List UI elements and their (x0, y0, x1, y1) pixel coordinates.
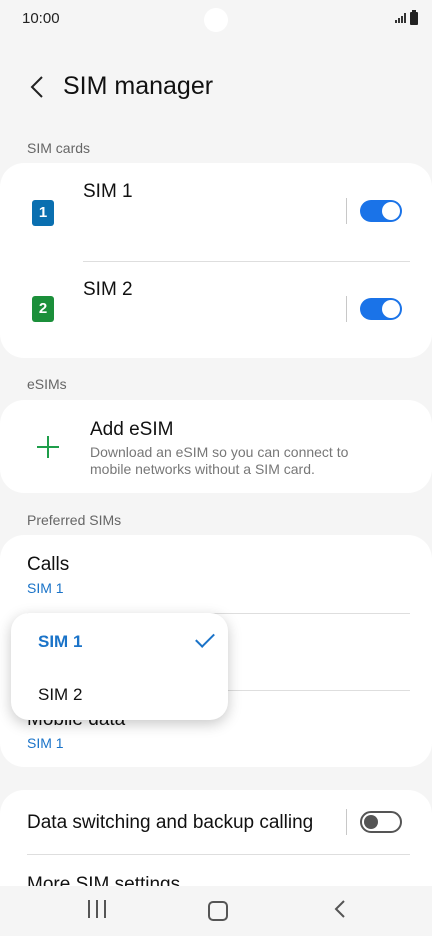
add-icon (37, 436, 59, 458)
add-esim-description: Download an eSIM so you can connect to m… (90, 444, 349, 477)
sim-1-row[interactable]: 1 SIM 1 (0, 163, 432, 261)
sim-1-toggle[interactable] (360, 200, 402, 222)
sim-2-row[interactable]: 2 SIM 2 (0, 262, 432, 358)
add-esim-title: Add eSIM (90, 419, 174, 440)
preferred-sims-label: Preferred SIMs (27, 512, 122, 528)
signal-icon (395, 13, 406, 23)
sim-cards-label: SIM cards (27, 140, 91, 156)
data-switching-title: Data switching and backup calling (27, 812, 314, 833)
esims-label: eSIMs (27, 376, 67, 392)
recent-apps-icon[interactable] (88, 900, 106, 918)
data-switching-toggle[interactable] (360, 811, 402, 833)
more-settings-card: Data switching and backup calling More S… (0, 790, 432, 886)
sim-cards-card: 1 SIM 1 2 SIM 2 (0, 163, 432, 358)
calls-title: Calls (27, 554, 70, 575)
popup-option-label: SIM 1 (38, 632, 83, 651)
sim-2-label: SIM 2 (83, 279, 133, 300)
page-title: SIM manager (63, 72, 214, 100)
calls-row[interactable]: Calls SIM 1 (0, 535, 432, 613)
divider (27, 854, 410, 855)
sim-1-label: SIM 1 (83, 181, 133, 202)
check-icon (195, 628, 215, 648)
sim-2-icon: 2 (32, 296, 54, 322)
add-esim-row[interactable]: Add eSIM Download an eSIM so you can con… (0, 400, 432, 493)
sim-1-icon: 1 (32, 200, 54, 226)
more-sim-settings-label[interactable]: More SIM settings (27, 874, 180, 886)
divider-vertical (346, 198, 347, 224)
sim-2-toggle[interactable] (360, 298, 402, 320)
divider-vertical (346, 809, 347, 835)
popup-option-sim-2[interactable]: SIM 2 (11, 667, 228, 720)
battery-icon (410, 10, 418, 25)
back-icon[interactable] (28, 74, 52, 100)
calls-value: SIM 1 (27, 580, 64, 596)
nav-back-icon[interactable] (334, 900, 346, 918)
home-icon[interactable] (208, 901, 228, 921)
popup-option-sim-1[interactable]: SIM 1 (11, 613, 228, 667)
divider-vertical (346, 296, 347, 322)
status-time: 10:00 (22, 10, 60, 27)
data-switching-row[interactable]: Data switching and backup calling (0, 790, 432, 854)
mobile-data-value: SIM 1 (27, 735, 64, 751)
camera-cutout (204, 8, 228, 32)
popup-option-label: SIM 2 (38, 685, 83, 704)
sim-select-popup: SIM 1 SIM 2 (11, 613, 228, 720)
